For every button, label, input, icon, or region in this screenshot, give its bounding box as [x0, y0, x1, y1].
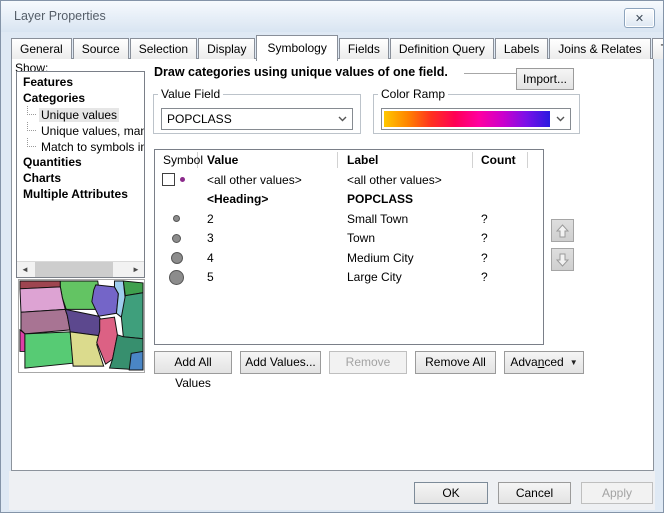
row-value: 4	[198, 251, 338, 265]
row-count: ?	[473, 212, 528, 226]
row-label: Large City	[338, 270, 473, 284]
tree-horizontal-scrollbar[interactable]: ◄ ►	[17, 261, 144, 277]
table-row[interactable]: <all other values> <all other values>	[155, 170, 543, 190]
symbol-value-table: Symbol Value Label Count <all other valu…	[154, 149, 544, 345]
tree-item-features[interactable]: Features	[17, 74, 144, 90]
row-count: ?	[473, 270, 528, 284]
tree-connector	[27, 138, 36, 147]
color-ramp-swatch	[384, 111, 550, 127]
tab-symbology[interactable]: Symbology	[256, 35, 337, 61]
tab-display[interactable]: Display	[198, 38, 255, 59]
ok-button[interactable]: OK	[414, 482, 488, 504]
scroll-right-icon[interactable]: ►	[128, 262, 144, 277]
title-bar[interactable]: Layer Properties ✕	[1, 1, 663, 32]
tab-strip: General Source Selection Display Symbolo…	[11, 34, 664, 59]
tab-general[interactable]: General	[11, 38, 72, 59]
value-field-selected: POPCLASS	[162, 112, 232, 126]
dropdown-arrow-icon: ▼	[570, 352, 578, 373]
close-icon: ✕	[635, 12, 644, 25]
window-title: Layer Properties	[14, 9, 106, 23]
apply-button: Apply	[581, 482, 653, 504]
all-other-values-checkbox[interactable]	[162, 173, 175, 186]
row-value: 5	[198, 270, 338, 284]
gray-circle-symbol-icon[interactable]	[169, 270, 184, 285]
chevron-down-icon	[332, 116, 352, 122]
heading-rule	[464, 73, 520, 75]
row-label: POPCLASS	[338, 192, 473, 206]
add-all-values-button[interactable]: Add All Values	[154, 351, 232, 374]
tab-labels[interactable]: Labels	[495, 38, 548, 59]
tree-connector	[27, 122, 36, 131]
advanced-label: Advanced	[510, 352, 563, 373]
tree-item-match-to-symbols[interactable]: Match to symbols in a	[17, 138, 144, 154]
tab-selection[interactable]: Selection	[130, 38, 197, 59]
arrow-up-icon	[556, 224, 569, 238]
value-field-group: Value Field POPCLASS	[153, 87, 361, 134]
chevron-down-icon	[550, 116, 570, 122]
header-label[interactable]: Label	[338, 152, 473, 168]
tab-source[interactable]: Source	[73, 38, 129, 59]
row-value: 2	[198, 212, 338, 226]
value-field-label: Value Field	[158, 87, 223, 101]
row-value: 3	[198, 231, 338, 245]
advanced-button[interactable]: Advanced ▼	[504, 351, 584, 374]
header-value[interactable]: Value	[198, 152, 338, 168]
color-ramp-label: Color Ramp	[378, 87, 448, 101]
row-value: <Heading>	[198, 192, 338, 206]
show-tree-list: Features Categories Unique values Unique…	[16, 71, 145, 278]
table-row[interactable]: <Heading> POPCLASS	[155, 190, 543, 210]
color-ramp-group: Color Ramp	[373, 87, 580, 134]
row-label: <all other values>	[338, 173, 473, 187]
remove-button: Remove	[329, 351, 407, 374]
row-count: ?	[473, 231, 528, 245]
row-label: Small Town	[338, 212, 473, 226]
tab-definition-query[interactable]: Definition Query	[390, 38, 494, 59]
header-symbol[interactable]: Symbol	[155, 152, 198, 168]
tab-joins-relates[interactable]: Joins & Relates	[549, 38, 650, 59]
value-field-dropdown[interactable]: POPCLASS	[161, 108, 353, 130]
add-values-button[interactable]: Add Values...	[240, 351, 321, 374]
table-row[interactable]: 5 Large City ?	[155, 268, 543, 288]
color-ramp-dropdown[interactable]	[381, 108, 571, 130]
gray-circle-symbol-icon[interactable]	[173, 215, 180, 222]
scroll-left-icon[interactable]: ◄	[17, 262, 33, 277]
cancel-button[interactable]: Cancel	[498, 482, 571, 504]
table-row[interactable]: 2 Small Town ?	[155, 209, 543, 229]
row-label: Town	[338, 231, 473, 245]
tab-time[interactable]: Time	[652, 38, 664, 59]
move-up-button[interactable]	[551, 219, 574, 242]
tree-item-multiple-attributes[interactable]: Multiple Attributes	[17, 186, 144, 202]
scrollbar-thumb[interactable]	[35, 262, 113, 277]
gray-circle-symbol-icon[interactable]	[171, 252, 183, 264]
row-label: Medium City	[338, 251, 473, 265]
close-button[interactable]: ✕	[624, 8, 655, 28]
tree-item-charts[interactable]: Charts	[17, 170, 144, 186]
tree-item-unique-values-many[interactable]: Unique values, many	[17, 122, 144, 138]
remove-all-button[interactable]: Remove All	[415, 351, 496, 374]
tab-fields[interactable]: Fields	[339, 38, 389, 59]
tree-item-unique-values[interactable]: Unique values	[17, 106, 144, 122]
table-row[interactable]: 4 Medium City ?	[155, 248, 543, 268]
draw-categories-heading: Draw categories using unique values of o…	[154, 65, 448, 79]
tree-item-categories[interactable]: Categories	[17, 90, 144, 106]
point-symbol-icon[interactable]	[180, 177, 185, 182]
gray-circle-symbol-icon[interactable]	[172, 234, 181, 243]
map-preview	[18, 279, 145, 373]
move-down-button[interactable]	[551, 248, 574, 271]
layer-properties-dialog: Layer Properties ✕ General Source Select…	[0, 0, 664, 513]
symbology-tab-page: Show: Features Categories Unique values …	[11, 58, 654, 471]
header-count[interactable]: Count	[473, 152, 528, 168]
table-row[interactable]: 3 Town ?	[155, 229, 543, 249]
row-value: <all other values>	[198, 173, 338, 187]
tree-item-quantities[interactable]: Quantities	[17, 154, 144, 170]
arrow-down-icon	[556, 253, 569, 267]
row-count: ?	[473, 251, 528, 265]
tree-connector	[27, 106, 36, 115]
table-header[interactable]: Symbol Value Label Count	[155, 150, 543, 170]
